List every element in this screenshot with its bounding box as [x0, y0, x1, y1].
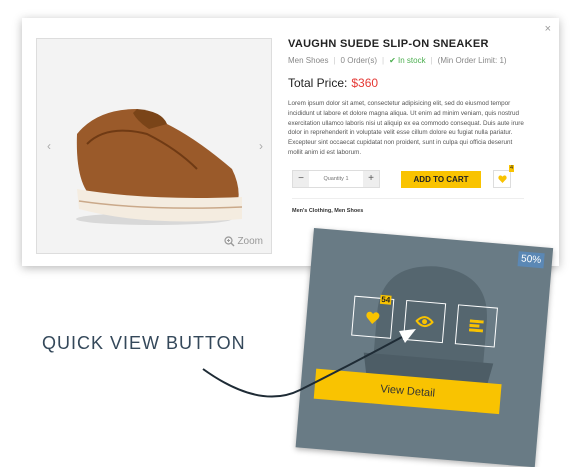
- stock-status: ✔ In stock: [389, 56, 426, 65]
- details-list-button[interactable]: [454, 304, 498, 348]
- gallery-prev-button[interactable]: ‹: [47, 139, 51, 153]
- zoom-button[interactable]: Zoom: [224, 236, 263, 247]
- wishlist-count-badge: 54: [379, 294, 392, 305]
- product-image: [76, 109, 243, 225]
- quantity-input[interactable]: [309, 171, 363, 187]
- wishlist-count-badge: 4: [508, 165, 514, 172]
- close-button[interactable]: ×: [545, 23, 551, 35]
- feature-caption: QUICK VIEW BUTTON: [42, 333, 246, 353]
- discount-badge: 50%: [517, 251, 545, 269]
- check-icon: ✔: [389, 56, 396, 65]
- price-value: $360: [351, 76, 379, 90]
- order-count: 0 Order(s): [340, 56, 377, 65]
- quantity-decrease-button[interactable]: −: [293, 171, 309, 187]
- purchase-controls: − + ADD TO CART 4: [292, 165, 514, 188]
- product-title: VAUGHN SUEDE SLIP-ON SNEAKER: [288, 38, 489, 50]
- price-label: Total Price:: [288, 76, 348, 90]
- quantity-increase-button[interactable]: +: [363, 171, 379, 187]
- categories-link-mens-clothing[interactable]: Men's Clothing: [292, 208, 331, 214]
- product-categories: Men's Clothing, Men Shoes: [292, 208, 364, 214]
- product-description: Lorem ipsum dolor sit amet, consectetur …: [288, 100, 524, 156]
- zoom-label: Zoom: [237, 236, 263, 247]
- list-icon: [468, 319, 484, 333]
- zoom-icon: [224, 236, 235, 247]
- product-image-viewer: ‹ › Zoom: [36, 38, 272, 254]
- quantity-stepper: − +: [292, 170, 380, 188]
- wishlist-button[interactable]: 4: [493, 165, 514, 188]
- add-to-cart-button[interactable]: ADD TO CART: [401, 170, 481, 188]
- quick-view-preview-card: 50% 54 View Detail: [295, 228, 554, 467]
- wishlist-button[interactable]: 54: [351, 294, 395, 339]
- order-limit: (Min Order Limit: 1): [437, 56, 507, 65]
- eye-icon: [415, 316, 434, 328]
- quick-view-button[interactable]: [402, 299, 447, 344]
- total-price: Total Price: $360: [288, 76, 378, 90]
- heart-icon: [366, 311, 380, 324]
- divider: [292, 198, 524, 199]
- gallery-next-button[interactable]: ›: [259, 139, 263, 153]
- heart-icon: [497, 175, 507, 183]
- categories-link-men-shoes[interactable]: Men Shoes: [334, 208, 363, 214]
- product-meta: Men Shoes | 0 Order(s) | ✔ In stock | (M…: [288, 56, 507, 65]
- product-category: Men Shoes: [288, 56, 329, 65]
- quick-view-modal: × ‹ › Zoom VAUGHN SUEDE SLIP-ON SNEAKER …: [22, 18, 559, 266]
